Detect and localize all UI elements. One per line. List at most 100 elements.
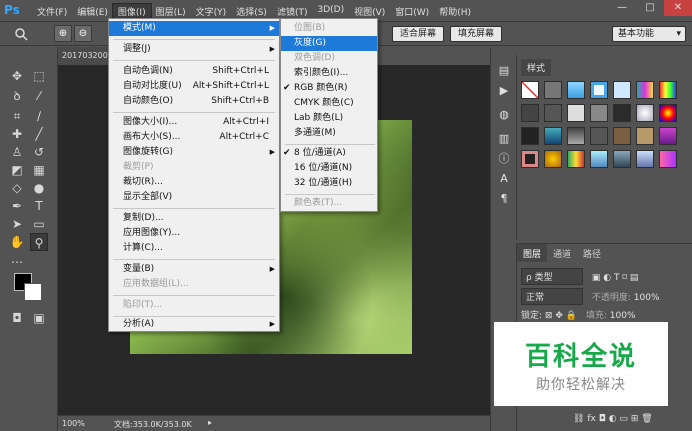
mode-grayscale[interactable]: 灰度(G) <box>281 36 377 51</box>
lock-all-icon[interactable]: 🔒 <box>566 311 577 321</box>
history-panel-icon[interactable]: ▤ <box>496 63 512 79</box>
menu-item-analysis[interactable]: 分析(A) ▶ <box>109 317 279 332</box>
menu-window[interactable]: 窗口(W) <box>390 4 434 18</box>
style-swatch[interactable] <box>590 150 608 168</box>
mode-indexed-color[interactable]: 索引颜色(I)... <box>281 66 377 81</box>
adjustment-layer-icon[interactable]: ◐ <box>609 414 617 424</box>
quick-mask-icon[interactable]: ◘ <box>8 309 26 327</box>
tab-paths[interactable]: 路径 <box>577 244 607 262</box>
zoom-tool-icon[interactable]: ⚲ <box>30 233 48 251</box>
mode-16-bit[interactable]: 16 位/通道(N) <box>281 161 377 176</box>
style-swatch[interactable] <box>659 104 677 122</box>
menu-item-canvas-size[interactable]: 画布大小(S)... Alt+Ctrl+C <box>109 130 279 145</box>
menu-item-variables[interactable]: 变量(B) ▶ <box>109 262 279 277</box>
more-tools-icon[interactable]: ⋯ <box>8 253 26 271</box>
paragraph-panel-icon[interactable]: ¶ <box>496 191 512 207</box>
dodge-tool-icon[interactable]: ● <box>30 179 48 197</box>
fit-screen-button[interactable]: 适合屏幕 <box>392 26 444 42</box>
menu-3d[interactable]: 3D(D) <box>312 4 349 18</box>
close-button[interactable]: ✕ <box>664 0 692 16</box>
lock-pixels-icon[interactable]: ⊠ <box>545 311 553 321</box>
menu-item-image-size[interactable]: 图像大小(I)... Alt+Ctrl+I <box>109 115 279 130</box>
filter-adjust-icon[interactable]: ◐ <box>603 273 611 283</box>
healing-brush-icon[interactable]: ✚ <box>8 125 26 143</box>
style-swatch[interactable] <box>567 150 585 168</box>
history-brush-icon[interactable]: ↺ <box>30 143 48 161</box>
style-swatch[interactable] <box>544 104 562 122</box>
menu-item-calculations[interactable]: 计算(C)... <box>109 241 279 256</box>
type-tool-icon[interactable]: T <box>30 197 48 215</box>
fill-value[interactable]: 100% <box>610 311 636 321</box>
filter-smart-icon[interactable]: ▤ <box>630 273 639 283</box>
link-layers-icon[interactable]: ⛓ <box>573 414 584 424</box>
mask-icon[interactable]: ◘ <box>599 414 606 424</box>
style-swatch[interactable] <box>521 104 539 122</box>
move-tool-icon[interactable]: ✥ <box>8 67 26 85</box>
style-swatch[interactable] <box>544 81 562 99</box>
shape-tool-icon[interactable]: ▭ <box>30 215 48 233</box>
hand-tool-icon[interactable]: ✋ <box>8 233 26 251</box>
menu-item-auto-color[interactable]: 自动颜色(O) Shift+Ctrl+B <box>109 94 279 109</box>
menu-item-adjustments[interactable]: 调整(J) ▶ <box>109 42 279 57</box>
properties-panel-icon[interactable]: ▥ <box>496 131 512 147</box>
filter-shape-icon[interactable]: ⌑ <box>622 273 627 283</box>
workspace-select[interactable]: 基本功能 ▾ <box>612 26 686 42</box>
eyedropper-icon[interactable]: ∕ <box>30 107 48 125</box>
fill-screen-button[interactable]: 填充屏幕 <box>450 26 502 42</box>
styles-tab[interactable]: 样式 <box>521 59 552 76</box>
group-icon[interactable]: ▭ <box>619 414 628 424</box>
blend-mode-select[interactable]: 正常 <box>521 288 583 305</box>
eraser-tool-icon[interactable]: ◩ <box>8 161 26 179</box>
tab-channels[interactable]: 通道 <box>547 244 577 262</box>
filter-type-icon[interactable]: T <box>614 273 620 283</box>
style-swatch[interactable] <box>521 81 539 99</box>
menu-item-reveal-all[interactable]: 显示全部(V) <box>109 190 279 205</box>
style-swatch[interactable] <box>659 81 677 99</box>
lasso-tool-icon[interactable]: ꝺ <box>8 87 26 105</box>
style-swatch[interactable] <box>613 81 631 99</box>
style-swatch[interactable] <box>659 127 677 145</box>
style-swatch[interactable] <box>636 81 654 99</box>
pen-tool-icon[interactable]: ✒ <box>8 197 26 215</box>
style-swatch[interactable] <box>567 104 585 122</box>
style-swatch[interactable] <box>590 127 608 145</box>
style-swatch[interactable] <box>636 150 654 168</box>
path-select-icon[interactable]: ➤ <box>8 215 26 233</box>
menu-help[interactable]: 帮助(H) <box>434 4 476 18</box>
new-layer-icon[interactable]: ⊞ <box>631 414 639 424</box>
style-swatch[interactable] <box>636 127 654 145</box>
maximize-button[interactable]: □ <box>636 0 664 16</box>
menu-select[interactable]: 选择(S) <box>231 4 272 18</box>
crop-tool-icon[interactable]: ⌗ <box>8 107 26 125</box>
brush-tool-icon[interactable]: ╱ <box>30 125 48 143</box>
zoom-tool-icon[interactable] <box>14 27 28 41</box>
mode-rgb[interactable]: ✔ RGB 颜色(R) <box>281 81 377 96</box>
menu-type[interactable]: 文字(Y) <box>191 4 232 18</box>
menu-view[interactable]: 视图(V) <box>349 4 390 18</box>
filter-pixel-icon[interactable]: ▣ <box>592 273 601 283</box>
mode-cmyk[interactable]: CMYK 颜色(C) <box>281 96 377 111</box>
mode-lab[interactable]: Lab 颜色(L) <box>281 111 377 126</box>
zoom-level[interactable]: 100% <box>62 419 85 428</box>
clone-stamp-icon[interactable]: ♙ <box>8 143 26 161</box>
menu-item-trim[interactable]: 裁切(R)... <box>109 175 279 190</box>
menu-item-mode[interactable]: 模式(M) ▶ <box>109 21 279 36</box>
layer-kind-filter[interactable]: ρ 类型 <box>521 268 583 285</box>
mode-32-bit[interactable]: 32 位/通道(H) <box>281 176 377 191</box>
style-swatch[interactable] <box>659 150 677 168</box>
gradient-tool-icon[interactable]: ▦ <box>30 161 48 179</box>
trash-icon[interactable]: 🗑 <box>641 414 652 424</box>
style-swatch[interactable] <box>590 104 608 122</box>
zoom-out-icon[interactable]: ⊖ <box>74 25 92 42</box>
opacity-value[interactable]: 100% <box>634 293 660 303</box>
status-menu-icon[interactable]: ▸ <box>208 418 212 427</box>
menu-filter[interactable]: 滤镜(T) <box>272 4 313 18</box>
blur-tool-icon[interactable]: ◇ <box>8 179 26 197</box>
screen-mode-icon[interactable]: ▣ <box>30 309 48 327</box>
color-panel-icon[interactable]: ◍ <box>496 107 512 123</box>
magic-wand-icon[interactable]: ⁄ <box>30 87 48 105</box>
info-panel-icon[interactable]: ⓘ <box>496 151 512 167</box>
marquee-tool-icon[interactable]: ⬚ <box>30 67 48 85</box>
tab-layers[interactable]: 图层 <box>517 244 548 262</box>
style-swatch[interactable] <box>567 81 585 99</box>
